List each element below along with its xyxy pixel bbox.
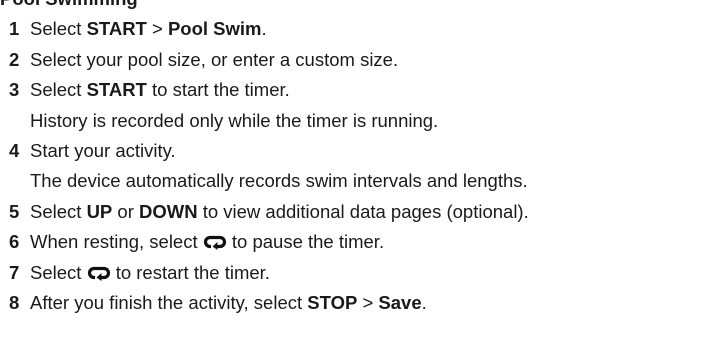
- step-line: 2 Select your pool size, or enter a custo…: [0, 45, 703, 75]
- key-label: START: [86, 79, 147, 101]
- key-label: START: [86, 18, 147, 40]
- loop-icon: [87, 265, 111, 281]
- step-text: Select START > Pool Swim.: [30, 18, 267, 40]
- step-number: 7: [9, 261, 20, 283]
- step-text: Select UP or DOWN to view additional dat…: [30, 200, 529, 222]
- step-text: After you finish the activity, select ST…: [30, 291, 427, 313]
- step-line: 3 Select START to start the timer.: [0, 75, 703, 105]
- step-number: 1: [9, 18, 20, 40]
- step-line: 5 Select UP or DOWN to view additional da…: [0, 197, 703, 227]
- key-label: DOWN: [139, 200, 198, 222]
- step-number: 2: [9, 48, 20, 70]
- step-text: Start your activity.: [30, 139, 176, 161]
- step-text: When resting, select to pause the timer.: [30, 231, 385, 253]
- step-note: The device automatically records swim in…: [30, 170, 528, 192]
- key-label: STOP: [307, 291, 358, 313]
- step-line: 6 When resting, select to pause the timer…: [0, 227, 703, 257]
- step-text: Select your pool size, or enter a custom…: [30, 48, 399, 70]
- step-line: 8 After you finish the activity, select S…: [0, 288, 703, 318]
- step-text: Select to restart the timer.: [30, 261, 270, 283]
- step-line: 4 Start your activity.: [0, 136, 703, 166]
- step-number: 5: [9, 200, 20, 222]
- step-number: 4: [9, 139, 20, 161]
- step-number: 3: [9, 79, 20, 101]
- step-text: Select START to start the timer.: [30, 79, 290, 101]
- step-number: 6: [9, 231, 20, 253]
- step-line: 7 Select to restart the timer.: [0, 258, 703, 288]
- step-number: 8: [9, 291, 20, 313]
- instruction-list: Pool Swimming 1 Select START > Pool Swim.…: [0, 0, 703, 318]
- loop-icon: [203, 234, 227, 251]
- section-heading: Pool Swimming: [0, 0, 703, 14]
- key-label: UP: [86, 200, 113, 222]
- key-label: Save: [378, 291, 422, 313]
- heading-text: Pool Swimming: [0, 0, 138, 9]
- key-label: Pool Swim: [167, 18, 262, 40]
- step-line: 1 Select START > Pool Swim.: [0, 14, 703, 44]
- step-note: History is recorded only while the timer…: [30, 109, 439, 131]
